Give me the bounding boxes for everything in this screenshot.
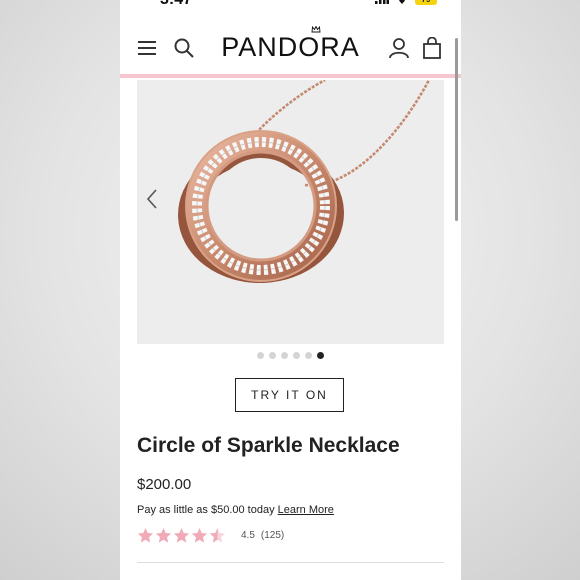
star-icon <box>191 527 208 543</box>
carousel-dot[interactable] <box>293 352 300 359</box>
product-image[interactable] <box>137 80 444 344</box>
review-count[interactable]: (125) <box>261 530 284 541</box>
star-rating <box>137 527 227 544</box>
crown-icon <box>311 26 321 33</box>
learn-more-link[interactable]: Learn More <box>278 504 334 516</box>
battery-indicator: 79 <box>415 0 437 5</box>
installment-text: Pay as little as $50.00 today Learn More <box>137 504 334 516</box>
account-icon[interactable] <box>388 37 410 59</box>
carousel-dot[interactable] <box>317 352 324 359</box>
carousel-dots <box>120 352 461 359</box>
site-header: PANDORA <box>120 22 461 74</box>
product-price: $200.00 <box>137 476 192 493</box>
scrollbar[interactable] <box>455 38 458 221</box>
carousel-dot[interactable] <box>257 352 264 359</box>
necklace-image <box>178 80 431 284</box>
header-accent-bar <box>120 74 461 78</box>
star-icon <box>137 527 154 543</box>
section-divider <box>137 562 444 563</box>
status-time: 3:47 <box>160 0 192 9</box>
status-bar: 3:47 79 <box>120 0 461 10</box>
carousel-dot[interactable] <box>269 352 276 359</box>
phone-screen: 3:47 79 PANDORA <box>120 0 461 580</box>
star-icon <box>173 527 190 543</box>
carousel-dot[interactable] <box>305 352 312 359</box>
product-title: Circle of Sparkle Necklace <box>137 434 400 457</box>
installment-message: Pay as little as $50.00 today <box>137 504 275 516</box>
signal-icon <box>375 0 389 4</box>
carousel-prev-icon[interactable] <box>145 188 159 210</box>
try-it-on-button[interactable]: TRY IT ON <box>235 378 344 412</box>
rating-row[interactable]: 4.5 (125) <box>137 527 284 544</box>
star-icon <box>209 527 226 543</box>
wifi-icon <box>399 0 405 4</box>
carousel-dot[interactable] <box>281 352 288 359</box>
rating-value: 4.5 <box>241 530 255 541</box>
star-icon <box>155 527 172 543</box>
bag-icon[interactable] <box>421 37 443 59</box>
